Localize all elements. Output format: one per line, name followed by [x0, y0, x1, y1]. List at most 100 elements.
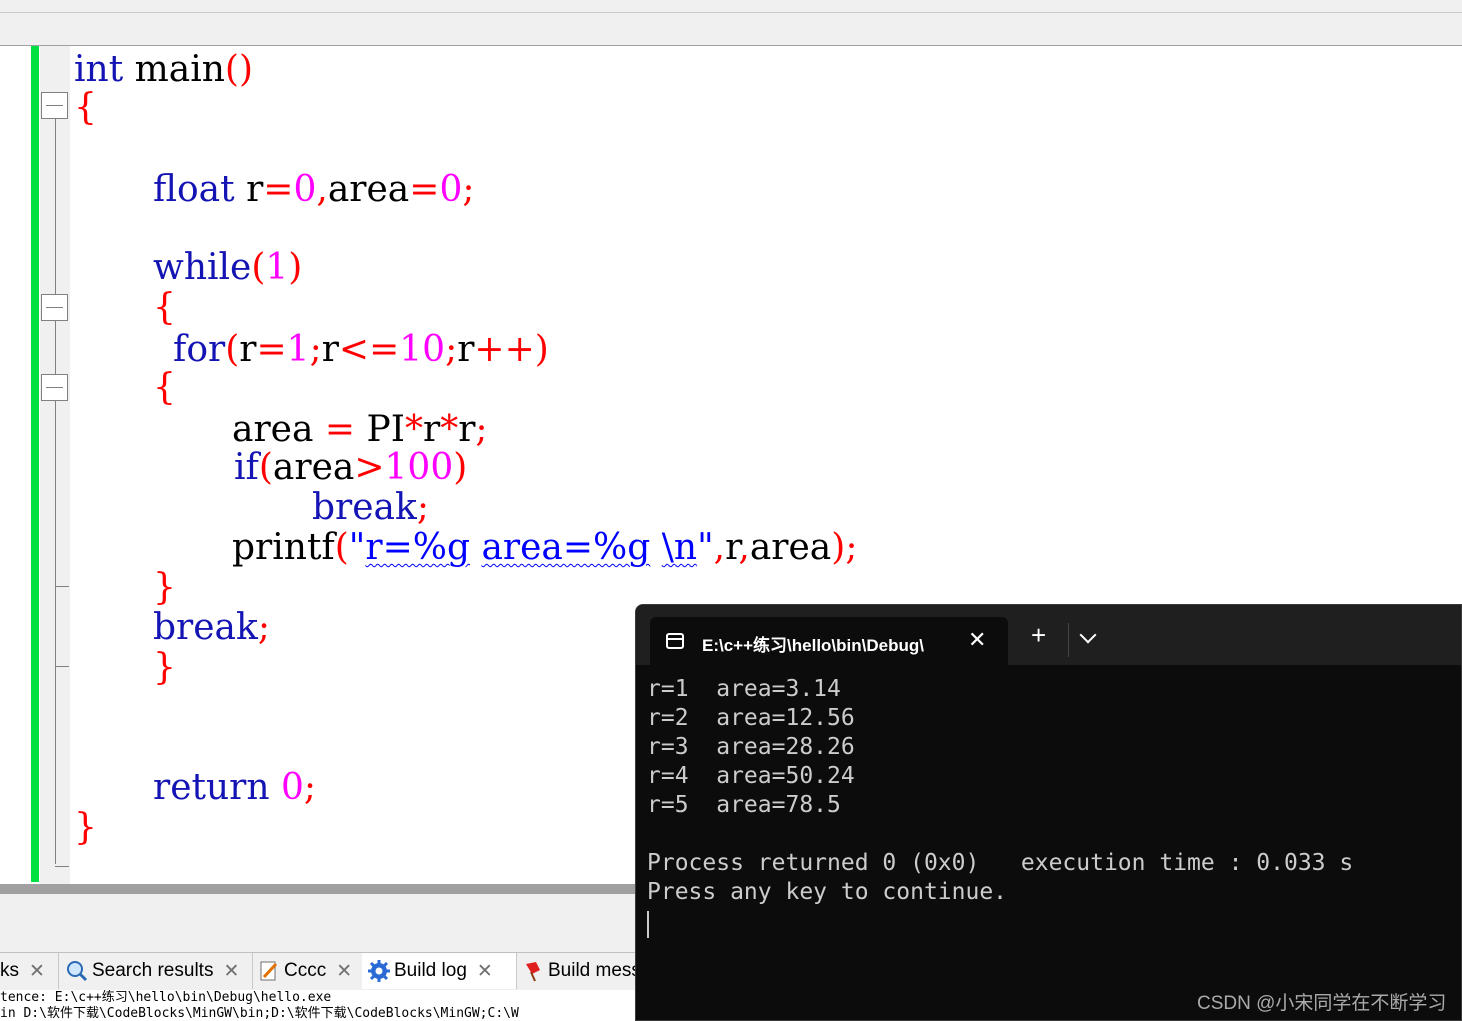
tab-search-results[interactable]: Search results ✕ — [62, 953, 253, 989]
tab-label: Build log — [394, 960, 467, 981]
operator: ( — [258, 447, 273, 488]
identifier: r — [422, 409, 441, 450]
tab-label: Search results — [92, 960, 214, 981]
keyword: int — [74, 49, 124, 90]
code-line-2: { — [74, 88, 97, 128]
number: 0 — [439, 169, 463, 210]
identifier: area — [232, 409, 314, 450]
code-text: int main() { float r=0,area=0; while(1) … — [74, 46, 857, 848]
number: 0 — [293, 169, 317, 210]
new-tab-button[interactable]: + — [1031, 622, 1046, 648]
operator: <= — [338, 329, 400, 370]
terminal-window[interactable]: E:\c++练习\hello\bin\Debug\ ✕ + r=1 area=3… — [635, 604, 1462, 1021]
terminal-icon — [666, 633, 684, 649]
terminal-tab[interactable]: E:\c++练习\hello\bin\Debug\ ✕ — [650, 617, 1008, 665]
number: 100 — [384, 447, 454, 488]
operator: ; — [416, 487, 429, 528]
code-line-8: area = PI*r*r; — [232, 410, 488, 450]
string: \n — [661, 527, 698, 568]
fold-end-tick — [55, 586, 69, 587]
operator: > — [354, 447, 385, 488]
code-line-4: while(1) — [153, 248, 302, 288]
code-line-13: break; — [153, 608, 270, 648]
brace: } — [153, 647, 176, 688]
fold-toggle-main[interactable] — [41, 92, 68, 119]
tab-label: ks — [0, 960, 19, 981]
number: 1 — [265, 247, 289, 288]
code-line-9: if(area>100) — [234, 448, 467, 488]
close-icon[interactable]: ✕ — [223, 960, 239, 983]
operator: ; — [845, 527, 858, 568]
string: " — [348, 527, 366, 568]
brace: } — [74, 807, 97, 848]
gear-icon — [368, 960, 390, 982]
fold-toggle-for[interactable] — [41, 374, 68, 401]
operator: ) — [453, 447, 468, 488]
tab-cccc[interactable]: Cccc ✕ — [252, 953, 363, 989]
operator: ) — [534, 329, 549, 370]
output-line: r=5 area=78.5 — [647, 792, 841, 818]
code-line-11: printf("r=%g area=%g \n",r,area); — [232, 528, 857, 568]
fold-toggle-while[interactable] — [41, 294, 68, 321]
terminal-tab-title: E:\c++练习\hello\bin\Debug\ — [702, 636, 924, 655]
identifier: r — [725, 527, 739, 568]
fold-end-tick — [55, 866, 69, 867]
keyword: break — [312, 487, 417, 528]
tab-tasks[interactable]: ks ✕ — [0, 953, 59, 989]
tab-build-log[interactable]: Build log ✕ — [362, 953, 517, 989]
identifier: r — [458, 409, 476, 450]
keyword: return — [153, 767, 270, 808]
brace: { — [74, 87, 97, 128]
code-line-1: int main() — [74, 50, 253, 90]
operator: , — [316, 169, 328, 210]
notepad-icon — [258, 960, 280, 982]
chevron-down-icon[interactable] — [1079, 626, 1097, 644]
identifier: r — [321, 329, 339, 370]
identifier: printf — [232, 527, 335, 568]
tab-build-messages[interactable]: Build mess — [516, 953, 642, 989]
string — [470, 527, 481, 568]
code-line-16: } — [74, 808, 97, 848]
number: 0 — [281, 767, 304, 808]
titlebar-separator — [1068, 623, 1069, 657]
change-bar — [31, 46, 39, 882]
string: " — [697, 527, 714, 568]
operator: ; — [257, 607, 270, 648]
build-log-output: tence: E:\c++练习\hello\bin\Debug\hello.ex… — [0, 990, 636, 1021]
code-line-14: } — [153, 648, 176, 688]
code-line-3: float r=0,area=0; — [153, 170, 475, 210]
output-line: Process returned 0 (0x0) execution time … — [647, 850, 1354, 876]
output-line: r=3 area=28.26 — [647, 734, 855, 760]
terminal-titlebar: E:\c++练习\hello\bin\Debug\ ✕ + — [636, 605, 1461, 665]
operator: * — [404, 409, 423, 450]
identifier: PI — [366, 409, 405, 450]
code-line-6: for(r=1;r<=10;r++) — [173, 330, 549, 370]
build-messages-icon — [522, 960, 544, 982]
text-cursor — [647, 911, 649, 938]
identifier: r — [246, 169, 264, 210]
close-icon[interactable]: ✕ — [29, 960, 45, 983]
operator: ) — [831, 527, 846, 568]
string: area=%g — [481, 527, 651, 568]
close-icon[interactable]: ✕ — [336, 960, 352, 983]
close-icon[interactable]: ✕ — [968, 627, 986, 653]
operator: ; — [445, 329, 458, 370]
tab-label: Cccc — [284, 960, 327, 981]
operator: ; — [462, 169, 475, 210]
operator: ++ — [474, 329, 535, 370]
code-line-10: break; — [312, 488, 429, 528]
operator: ) — [238, 49, 254, 90]
code-line-12: } — [153, 568, 176, 608]
watermark: CSDN @小宋同学在不断学习 — [1197, 993, 1447, 1014]
close-icon[interactable]: ✕ — [477, 960, 493, 983]
number: 1 — [286, 329, 310, 370]
fold-guide-line — [55, 106, 56, 864]
code-line-7: { — [153, 368, 176, 408]
operator: , — [738, 527, 750, 568]
keyword: float — [153, 169, 235, 210]
horizontal-scrollbar[interactable] — [0, 884, 636, 894]
terminal-output: r=1 area=3.14 r=2 area=12.56 r=3 area=28.2… — [647, 675, 1353, 907]
